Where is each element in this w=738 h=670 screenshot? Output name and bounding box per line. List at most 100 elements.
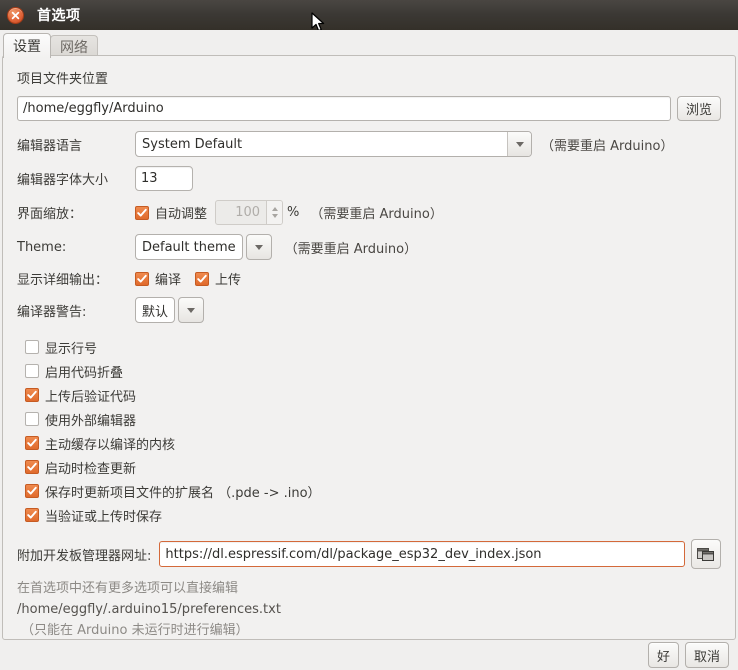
browse-button[interactable]: 浏览 — [676, 96, 721, 121]
interface-scale-note: （需要重启 Arduino） — [310, 207, 443, 222]
option-label: 启动时检查更新 — [45, 461, 137, 477]
dialog-footer: 好 取消 — [0, 640, 738, 670]
stepper-arrows[interactable] — [266, 201, 283, 224]
theme-value: Default theme — [135, 234, 243, 260]
option-label: 使用外部编辑器 — [45, 413, 137, 429]
tab-settings[interactable]: 设置 — [3, 33, 51, 58]
editor-language-select[interactable]: System Default — [135, 131, 532, 157]
board-manager-urls-input[interactable]: https://dl.espressif.com/dl/package_esp3… — [159, 541, 685, 567]
check-icon — [27, 438, 37, 447]
editor-font-size-label: 编辑器字体大小 — [17, 173, 109, 188]
board-manager-urls-value: https://dl.espressif.com/dl/package_esp3… — [165, 546, 542, 562]
check-icon — [27, 486, 37, 495]
scale-percent-unit: % — [287, 205, 300, 220]
compiler-warnings-select[interactable]: 默认 — [135, 297, 205, 323]
stepper-down-icon[interactable] — [271, 214, 278, 218]
chevron-down-icon[interactable] — [507, 132, 531, 156]
auto-scale-label: 自动调整 — [155, 207, 208, 222]
tab-settings-label: 设置 — [13, 39, 41, 55]
option-checkbox[interactable] — [25, 340, 39, 354]
editor-language-value: System Default — [142, 136, 243, 152]
copy-windows-glyph — [697, 548, 714, 561]
scale-percent-value: 100 — [235, 205, 261, 220]
cancel-button-label: 取消 — [693, 649, 720, 665]
check-icon — [27, 510, 37, 519]
compiler-warnings-row: 编译器警告: 默认 — [17, 297, 721, 323]
interface-scale-label: 界面缩放： — [17, 207, 83, 222]
ok-button[interactable]: 好 — [647, 642, 679, 668]
option-update-sketch-extension[interactable]: 保存时更新项目文件的扩展名 （.pde -> .ino） — [17, 479, 721, 503]
close-x-glyph — [11, 11, 20, 19]
option-verify-after-upload[interactable]: 上传后验证代码 — [17, 383, 721, 407]
option-label: 保存时更新项目文件的扩展名 （.pde -> .ino） — [45, 485, 321, 501]
theme-row: Theme: Default theme （需要重启 Arduino） — [17, 234, 721, 260]
notes-line-3: （只能在 Arduino 未运行时进行编辑） — [21, 623, 249, 638]
theme-note: （需要重启 Arduino） — [284, 241, 418, 257]
editor-language-row: 编辑器语言 System Default （需要重启 Arduino） — [17, 131, 721, 157]
theme-label: Theme: — [17, 239, 67, 255]
board-manager-urls-row: 附加开发板管理器网址: https://dl.espressif.com/dl/… — [17, 539, 721, 569]
check-icon — [27, 390, 37, 399]
scale-percent-stepper[interactable]: 100 — [215, 200, 284, 225]
editor-font-size-row: 编辑器字体大小 13 — [17, 166, 721, 191]
verbose-compile-row[interactable]: 编译 — [135, 269, 181, 288]
verbose-compile-label: 编译 — [155, 273, 182, 288]
check-icon — [137, 208, 147, 217]
verbose-output-label: 显示详细输出： — [17, 273, 109, 288]
option-checkbox[interactable] — [25, 484, 39, 498]
compiler-warnings-value: 默认 — [135, 297, 176, 323]
copy-windows-icon[interactable] — [691, 539, 721, 569]
sketchbook-path-value: /home/eggfly/Arduino — [23, 101, 164, 116]
option-checkbox[interactable] — [25, 508, 39, 522]
sketchbook-path-input[interactable]: /home/eggfly/Arduino — [17, 96, 671, 121]
sketchbook-location-label: 项目文件夹位置 — [17, 72, 109, 87]
window-titlebar: 首选项 — [0, 0, 738, 30]
option-show-line-numbers[interactable]: 显示行号 — [17, 335, 721, 359]
chevron-down-icon[interactable] — [178, 297, 205, 323]
option-label: 当验证或上传时保存 — [45, 509, 163, 525]
option-label: 上传后验证代码 — [45, 389, 137, 405]
option-aggressively-cache-core[interactable]: 主动缓存以编译的内核 — [17, 431, 721, 455]
sketchbook-path-row: /home/eggfly/Arduino 浏览 — [17, 96, 721, 121]
cancel-button[interactable]: 取消 — [684, 642, 729, 668]
option-checkbox[interactable] — [25, 436, 39, 450]
option-checkbox[interactable] — [25, 460, 39, 474]
option-enable-code-folding[interactable]: 启用代码折叠 — [17, 359, 721, 383]
auto-scale-checkbox[interactable] — [135, 205, 149, 220]
tab-network-label: 网络 — [60, 40, 88, 56]
stepper-up-icon[interactable] — [271, 207, 278, 211]
option-check-updates-on-startup[interactable]: 启动时检查更新 — [17, 455, 721, 479]
verbose-upload-checkbox[interactable] — [195, 271, 210, 286]
option-checkbox[interactable] — [25, 364, 39, 378]
editor-font-size-input[interactable]: 13 — [135, 166, 193, 191]
options-checkbox-list: 显示行号 启用代码折叠 上传后验证代码 使用外部编辑器 主动缓存以编译的内核 启… — [17, 335, 721, 527]
option-label: 显示行号 — [45, 341, 98, 357]
board-manager-urls-label: 附加开发板管理器网址: — [17, 548, 152, 564]
window-title: 首选项 — [37, 8, 81, 24]
auto-scale-checkbox-row[interactable]: 自动调整 — [135, 203, 207, 222]
check-icon — [137, 274, 147, 283]
verbose-upload-label: 上传 — [215, 273, 242, 288]
notes-line-1: 在首选项中还有更多选项可以直接编辑 — [17, 581, 239, 596]
option-use-external-editor[interactable]: 使用外部编辑器 — [17, 407, 721, 431]
option-label: 启用代码折叠 — [45, 365, 124, 381]
preferences-notes: 在首选项中还有更多选项可以直接编辑 /home/eggfly/.arduino1… — [17, 578, 721, 641]
chevron-down-icon[interactable] — [245, 234, 272, 260]
notes-line-2: /home/eggfly/.arduino15/preferences.txt — [17, 602, 281, 617]
option-checkbox[interactable] — [25, 388, 39, 402]
check-icon — [197, 274, 207, 283]
compiler-warnings-label: 编译器警告: — [17, 304, 87, 320]
editor-language-label: 编辑器语言 — [17, 138, 83, 154]
close-icon[interactable] — [7, 6, 24, 24]
browse-button-label: 浏览 — [685, 103, 712, 118]
interface-scale-row: 界面缩放： 自动调整 100 % （需要重启 Arduino） — [17, 200, 721, 225]
tab-bar: 设置 网络 — [0, 30, 738, 58]
option-checkbox[interactable] — [25, 412, 39, 426]
option-label: 主动缓存以编译的内核 — [45, 437, 176, 453]
verbose-upload-row[interactable]: 上传 — [195, 269, 241, 288]
settings-panel: 项目文件夹位置 /home/eggfly/Arduino 浏览 编辑器语言 Sy… — [2, 55, 736, 640]
verbose-compile-checkbox[interactable] — [135, 271, 149, 286]
theme-select[interactable]: Default theme — [135, 234, 272, 260]
option-save-on-verify-upload[interactable]: 当验证或上传时保存 — [17, 503, 721, 527]
ok-button-label: 好 — [656, 649, 670, 665]
